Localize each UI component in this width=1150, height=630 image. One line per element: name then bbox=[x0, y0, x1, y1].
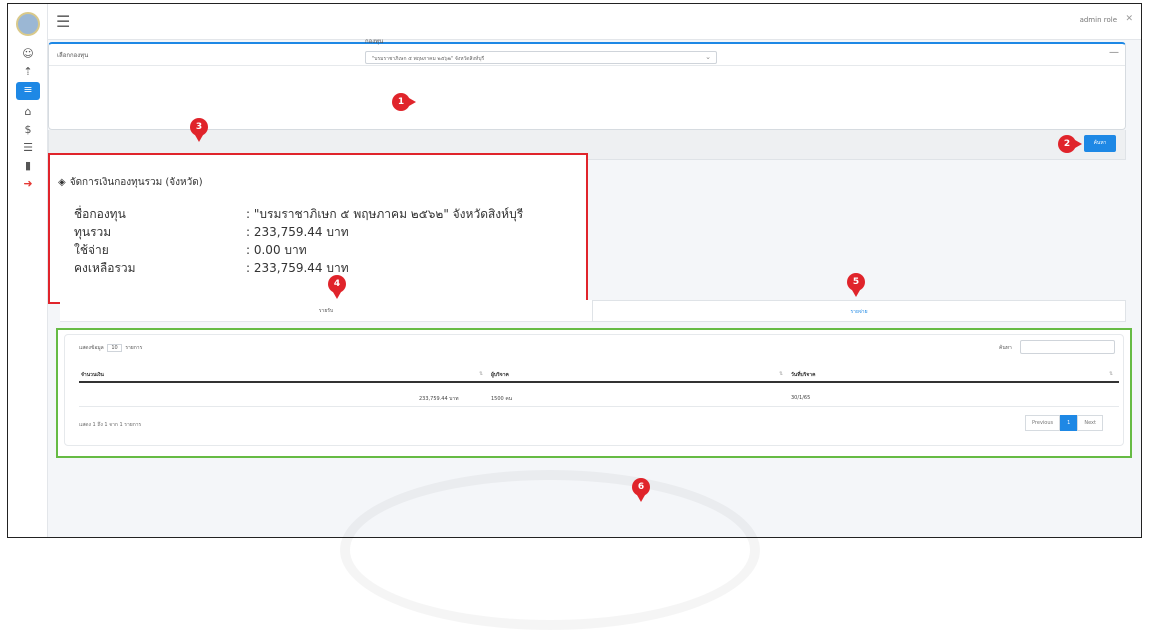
list-icon[interactable]: ☰ bbox=[16, 140, 40, 156]
tab-expense[interactable]: รายจ่าย bbox=[592, 300, 1126, 322]
entries-select[interactable]: 10 bbox=[107, 344, 122, 352]
menu-icon[interactable]: ☰ bbox=[56, 12, 70, 31]
fund-label: กองทุน bbox=[365, 38, 384, 45]
table-header: จำนวนเงิน ⇅ ผู้บริจาค ⇅ วันที่บริจาค ⇅ bbox=[79, 365, 1119, 383]
watermark-seal bbox=[340, 470, 760, 630]
column-donor[interactable]: ผู้บริจาค bbox=[491, 371, 509, 379]
marker-4: 4 bbox=[328, 275, 346, 299]
table-row: 233,759.44 บาท 1500 คน 30/1/65 bbox=[79, 389, 1119, 407]
summary-row: คงเหลือรวม : 233,759.44 บาท bbox=[74, 259, 349, 278]
chevron-down-icon: ⌄ bbox=[705, 53, 711, 61]
card-title: เลือกกองทุน bbox=[57, 52, 89, 59]
marker-1: 1 bbox=[392, 93, 416, 111]
summary-value: : 0.00 บาท bbox=[246, 243, 307, 257]
table-search-label: ค้นหา bbox=[999, 345, 1012, 351]
column-amount[interactable]: จำนวนเงิน bbox=[81, 371, 104, 379]
search-button[interactable]: ค้นหา bbox=[1084, 135, 1116, 152]
upload-icon[interactable]: ⇡ bbox=[16, 64, 40, 80]
entries-control: แสดงข้อมูล 10 รายการ bbox=[79, 344, 143, 352]
summary-value: : 233,759.44 บาท bbox=[246, 225, 349, 239]
summary-value: : "บรมราชาภิเษก ๕ พฤษภาคม ๒๕๖๒" จังหวัดส… bbox=[246, 207, 524, 221]
sort-icon[interactable]: ⇅ bbox=[779, 371, 783, 377]
home-icon[interactable]: ⌂ bbox=[16, 104, 40, 120]
cell-amount: 233,759.44 บาท bbox=[419, 396, 459, 402]
sort-icon[interactable]: ⇅ bbox=[1109, 371, 1113, 377]
summary-row: ชื่อกองทุน : "บรมราชาภิเษก ๕ พฤษภาคม ๒๕๖… bbox=[74, 205, 523, 224]
summary-row: ทุนรวม : 233,759.44 บาท bbox=[74, 223, 349, 242]
table-card: แสดงข้อมูล 10 รายการ ค้นหา จำนวนเงิน ⇅ ผ… bbox=[64, 334, 1124, 446]
summary-label: ทุนรวม bbox=[74, 225, 112, 239]
pagination: Previous 1 Next bbox=[1025, 415, 1103, 431]
logout-icon[interactable]: ➜ bbox=[16, 176, 40, 192]
layers-icon: ◈ bbox=[58, 177, 66, 188]
marker-5: 5 bbox=[847, 273, 865, 297]
table-info: แสดง 1 ถึง 1 จาก 1 รายการ bbox=[79, 422, 142, 428]
cell-date: 30/1/65 bbox=[791, 395, 811, 401]
summary-label: ชื่อกองทุน bbox=[74, 207, 126, 221]
sidebar: ☺ ⇡ ≡ ⌂ $ ☰ ▮ ➜ bbox=[8, 4, 48, 537]
funds-icon[interactable]: ≡ bbox=[16, 82, 40, 100]
summary-label: คงเหลือรวม bbox=[74, 261, 136, 275]
page-button[interactable]: 1 bbox=[1060, 415, 1078, 431]
fund-select[interactable]: "บรมราชาภิเษก ๕ พฤษภาคม ๒๕๖๒" จังหวัดสิง… bbox=[365, 51, 717, 64]
column-date[interactable]: วันที่บริจาค bbox=[791, 371, 815, 379]
sort-icon[interactable]: ⇅ bbox=[479, 371, 483, 377]
users-icon[interactable]: ☺ bbox=[16, 46, 40, 62]
marker-3: 3 bbox=[190, 118, 208, 142]
close-icon[interactable]: ✕ bbox=[1125, 14, 1133, 24]
marker-6: 6 bbox=[632, 478, 650, 502]
next-button[interactable]: Next bbox=[1077, 415, 1103, 431]
collapse-button[interactable]: — bbox=[1109, 47, 1119, 58]
user-label[interactable]: admin role bbox=[1080, 16, 1117, 24]
table-search-input[interactable] bbox=[1020, 340, 1115, 354]
prev-button[interactable]: Previous bbox=[1025, 415, 1061, 431]
summary-title: ◈ จัดการเงินกองทุนรวม (จังหวัด) bbox=[58, 177, 203, 188]
cell-donor: 1500 คน bbox=[491, 396, 513, 402]
marker-2: 2 bbox=[1058, 135, 1082, 153]
app-logo bbox=[16, 12, 40, 36]
summary-label: ใช้จ่าย bbox=[74, 243, 109, 257]
fund-summary: ◈ จัดการเงินกองทุนรวม (จังหวัด) ชื่อกองทุ… bbox=[48, 153, 588, 304]
summary-row: ใช้จ่าย : 0.00 บาท bbox=[74, 241, 307, 260]
tab-income[interactable]: รายรับ bbox=[60, 300, 592, 322]
fund-select-value: "บรมราชาภิเษก ๕ พฤษภาคม ๒๕๖๒" จังหวัดสิง… bbox=[372, 56, 485, 62]
topbar: ☰ admin role ✕ bbox=[48, 4, 1141, 40]
document-icon[interactable]: ▮ bbox=[16, 158, 40, 174]
transactions-panel: แสดงข้อมูล 10 รายการ ค้นหา จำนวนเงิน ⇅ ผ… bbox=[56, 328, 1132, 458]
money-icon[interactable]: $ bbox=[16, 122, 40, 138]
